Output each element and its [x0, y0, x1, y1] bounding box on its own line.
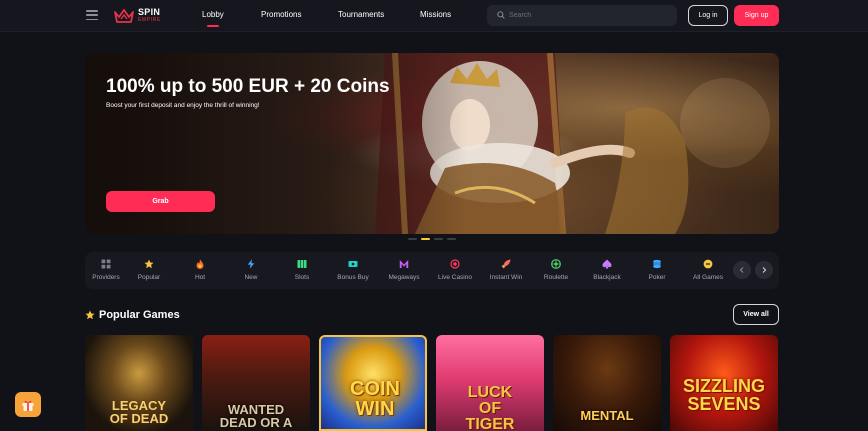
live-icon: [450, 259, 460, 269]
roulette-icon: [551, 259, 561, 269]
gift-icon: [22, 400, 34, 411]
category-popular[interactable]: Popular: [124, 252, 174, 289]
rocket-icon: [501, 259, 511, 269]
crown-logo-icon: [114, 9, 134, 23]
logo-text: SPIN: [138, 7, 161, 17]
game-title: LUCK OF TIGER: [465, 384, 515, 431]
menu-icon[interactable]: [86, 10, 98, 20]
category-instant-win[interactable]: Instant Win: [481, 252, 531, 289]
game-title: MENTAL: [580, 408, 634, 423]
banner-subtitle: Boost your first deposit and enjoy the t…: [106, 102, 260, 109]
category-poker[interactable]: Poker: [632, 252, 682, 289]
carousel-dot[interactable]: [408, 238, 417, 240]
banner-title: 100% up to 500 EUR + 20 Coins: [106, 76, 390, 97]
section-title: Popular Games: [99, 309, 180, 321]
game-title: SIZZLING SEVENS: [683, 376, 765, 414]
nav-missions[interactable]: Missions: [420, 10, 451, 20]
category-blackjack[interactable]: Blackjack: [582, 252, 632, 289]
search-icon: [497, 11, 505, 19]
star-icon: [85, 310, 95, 320]
chevron-right-icon: [762, 267, 767, 273]
game-title: LEGACY OF DEAD: [109, 398, 169, 426]
megaways-icon: [399, 260, 409, 268]
category-roulette[interactable]: Roulette: [531, 252, 581, 289]
chevron-left-icon: [739, 267, 744, 273]
view-all-button[interactable]: View all: [733, 304, 779, 325]
chips-icon: [653, 259, 661, 269]
category-live-casino[interactable]: Live Casino: [430, 252, 480, 289]
game-card-sizzling-sevens[interactable]: SIZZLING SEVENS: [670, 335, 778, 431]
carousel-dot[interactable]: [434, 238, 443, 240]
star-icon: [144, 259, 154, 269]
gift-button[interactable]: [15, 392, 41, 417]
category-megaways[interactable]: Megaways: [379, 252, 429, 289]
game-card-legacy-of-dead[interactable]: LEGACY OF DEAD: [85, 335, 193, 431]
category-next-button[interactable]: [755, 261, 773, 279]
nav-active-indicator: [207, 25, 219, 27]
grid-icon: [101, 259, 111, 269]
category-slots[interactable]: Slots: [277, 252, 327, 289]
category-bar: Providers Popular Hot New Slots Bonus Bu…: [85, 252, 779, 289]
grab-button[interactable]: Grab: [106, 191, 215, 212]
nav-lobby[interactable]: Lobby: [202, 10, 224, 20]
search-input[interactable]: [509, 9, 659, 22]
game-title: WANTED DEAD OR A WILD: [219, 402, 293, 431]
spade-icon: [602, 259, 612, 269]
category-new[interactable]: New: [226, 252, 276, 289]
carousel-dot[interactable]: [447, 238, 456, 240]
signup-button[interactable]: Sign up: [734, 5, 779, 26]
nav-tournaments[interactable]: Tournaments: [338, 10, 384, 20]
all-games-icon: [703, 259, 713, 269]
category-bonus-buy[interactable]: Bonus Buy: [328, 252, 378, 289]
carousel-dots: [408, 238, 456, 240]
game-card-coin-win[interactable]: COIN WIN: [319, 335, 427, 431]
ticket-icon: [348, 261, 358, 267]
logo-subtext: EMPIRE: [138, 17, 161, 23]
game-card-mental[interactable]: MENTAL: [553, 335, 661, 431]
category-hot[interactable]: Hot: [175, 252, 225, 289]
category-prev-button[interactable]: [733, 261, 751, 279]
game-card-wanted[interactable]: WANTED DEAD OR A WILD: [202, 335, 310, 431]
search-box[interactable]: [487, 5, 677, 26]
game-card-luck-of-tiger[interactable]: LUCK OF TIGER: [436, 335, 544, 431]
logo[interactable]: SPIN EMPIRE: [114, 7, 166, 25]
category-all-games[interactable]: All Games: [683, 252, 733, 289]
nav-promotions[interactable]: Promotions: [261, 10, 301, 20]
top-bar: SPIN EMPIRE Lobby Promotions Tournaments…: [0, 0, 868, 32]
carousel-dot-active[interactable]: [421, 238, 430, 240]
category-label: All Games: [693, 274, 723, 281]
login-button[interactable]: Log in: [688, 5, 728, 26]
flame-icon: [196, 259, 204, 269]
promo-banner[interactable]: 100% up to 500 EUR + 20 Coins Boost your…: [85, 53, 779, 234]
slots-icon: [297, 260, 307, 268]
bolt-icon: [247, 259, 255, 269]
game-title: COIN WIN: [350, 378, 400, 420]
